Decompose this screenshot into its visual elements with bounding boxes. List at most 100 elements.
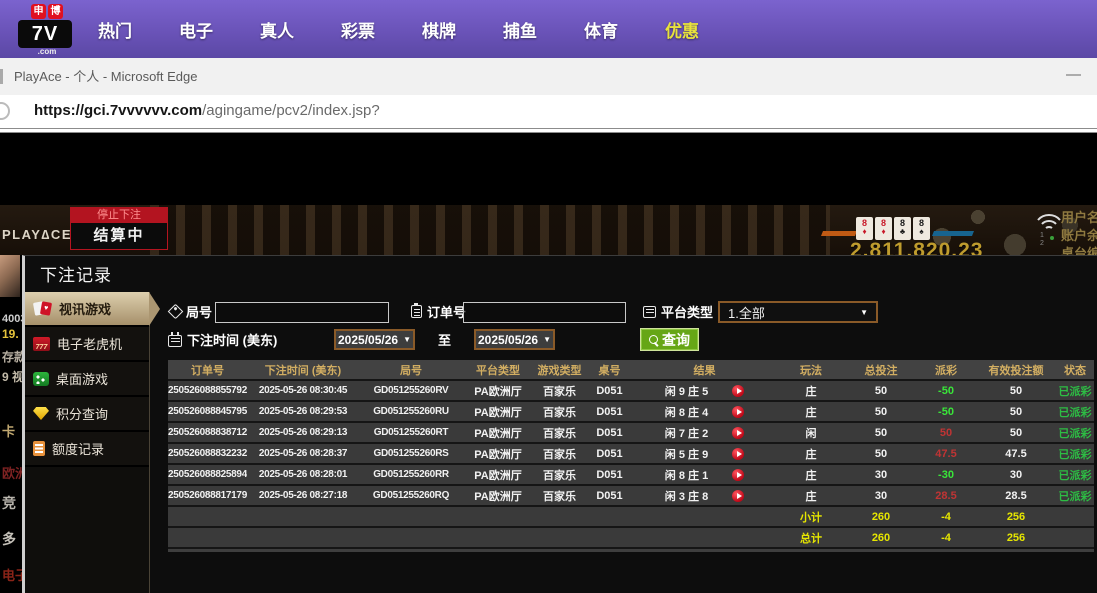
- status-cell: 已派彩: [1056, 402, 1094, 421]
- empty-cell: [247, 528, 359, 547]
- meter-blue: [932, 231, 974, 236]
- bet-records-panel: 下注记录 视讯游戏电子老虎机桌面游戏积分查询额度记录 局号 订单号: [22, 255, 1097, 593]
- sidebar-item-5[interactable]: 额度记录: [25, 432, 149, 467]
- replay-icon[interactable]: [732, 448, 744, 460]
- time-cell: 2025-05-26 08:27:18: [247, 486, 359, 505]
- grand-total-label: 总计: [776, 528, 846, 547]
- table-no-cell: D051: [586, 423, 633, 442]
- table-no-cell: D051: [586, 402, 633, 421]
- panel-body: 视讯游戏电子老虎机桌面游戏积分查询额度记录 局号 订单号: [25, 292, 1097, 593]
- sidebar-item-1[interactable]: 视讯游戏: [25, 292, 149, 327]
- gem-icon: [33, 407, 49, 420]
- logo-badges: 申 博: [18, 4, 76, 19]
- order-cell: 250526088817179: [168, 486, 247, 505]
- platform-cell: PA欧洲厅: [463, 402, 533, 421]
- nav-item-3[interactable]: 真人: [260, 17, 294, 42]
- game-type-cell: 百家乐: [533, 423, 586, 442]
- time-label-group: 下注时间 (美东): [168, 330, 277, 349]
- table-no-cell: D051: [586, 381, 633, 400]
- order-cell: 250526088832232: [168, 444, 247, 463]
- card-suit: ♦: [875, 228, 892, 236]
- clipboard-icon: [411, 305, 422, 318]
- empty-cell: [586, 507, 633, 526]
- replay-icon[interactable]: [732, 490, 744, 502]
- table-row: 2505260888387122025-05-26 08:29:13GD0512…: [168, 423, 1094, 444]
- table-row: 2505260888258942025-05-26 08:28:01GD0512…: [168, 465, 1094, 486]
- nav-item-7[interactable]: 体育: [584, 17, 618, 42]
- nav-item-5[interactable]: 棋牌: [422, 17, 456, 42]
- sidebar-item-3[interactable]: 桌面游戏: [25, 362, 149, 397]
- replay-icon[interactable]: [732, 469, 744, 481]
- slot-icon: [33, 337, 50, 351]
- platform-select[interactable]: 1.全部 ▼: [718, 301, 878, 323]
- total-bet-cell: 50: [846, 381, 916, 400]
- play-cell: 庄: [776, 486, 846, 505]
- col-header-5: 游戏类型: [533, 360, 586, 379]
- result-text: 闲 7 庄 2: [665, 425, 708, 441]
- valid-bet-cell: 47.5: [976, 444, 1056, 463]
- empty-cell: [586, 528, 633, 547]
- screen: 申 博 7V .com 热门 电子 真人 彩票 棋牌 捕鱼 体育 优惠 PlayAce - 个…: [0, 0, 1097, 593]
- nav-item-4[interactable]: 彩票: [341, 17, 375, 42]
- sidebar-item-label: 电子老虎机: [57, 334, 122, 353]
- site-logo[interactable]: 申 博 7V .com: [18, 4, 76, 56]
- round-cell: GD051255260RT: [359, 423, 463, 442]
- fragment-4: 9 视: [2, 368, 24, 385]
- url-input[interactable]: https://gci.7vvvvvv.com/agingame/pcv2/in…: [34, 95, 380, 127]
- card-suit: ♠: [913, 228, 930, 236]
- reload-icon[interactable]: [0, 102, 10, 120]
- bet-table: 订单号下注时间 (美东)局号平台类型游戏类型桌号结果玩法总投注派彩有效投注额状态…: [168, 360, 1094, 552]
- cards-icon: [33, 301, 52, 317]
- nav-item-1[interactable]: 热门: [98, 17, 132, 42]
- round-input[interactable]: [215, 302, 389, 323]
- to-label: 至: [438, 330, 451, 349]
- date-from-picker[interactable]: 2025/05/26 ▼: [334, 329, 415, 350]
- nav-item-6[interactable]: 捕鱼: [503, 17, 537, 42]
- window-title: PlayAce - 个人 - Microsoft Edge: [14, 58, 198, 95]
- result-cell: 闲 9 庄 5: [633, 381, 776, 400]
- logo-badge-2: 博: [48, 4, 63, 19]
- sidebar-item-4[interactable]: 积分查询: [25, 397, 149, 432]
- valid-bet-cell: 50: [976, 381, 1056, 400]
- empty-cell: [168, 528, 247, 547]
- account-labels: 用户名称账户余额桌台编号: [1061, 209, 1097, 255]
- result-text: 闲 5 庄 9: [665, 446, 708, 462]
- empty-cell: [533, 507, 586, 526]
- nav-item-2[interactable]: 电子: [179, 17, 213, 42]
- order-cell: 250526088838712: [168, 423, 247, 442]
- minimize-button[interactable]: —: [1066, 58, 1081, 92]
- payout-cell: -50: [916, 381, 976, 400]
- time-label: 下注时间 (美东): [187, 330, 277, 349]
- sidebar-item-label: 积分查询: [56, 404, 108, 423]
- page-content: PLAY∆CE 停止下注 结算中 8♦8♦8♣8♠ 2,811,820.23 1…: [0, 133, 1097, 593]
- replay-icon[interactable]: [732, 427, 744, 439]
- nav-item-8[interactable]: 优惠: [665, 17, 699, 42]
- online-dot: [1050, 236, 1054, 240]
- account-label-3: 桌台编号: [1061, 245, 1097, 255]
- round-cell: GD051255260RV: [359, 381, 463, 400]
- sidebar-item-2[interactable]: 电子老虎机: [25, 327, 149, 362]
- sidebar: 视讯游戏电子老虎机桌面游戏积分查询额度记录: [25, 292, 150, 593]
- card-suit: ♦: [856, 228, 873, 236]
- table-row: 2505260888171792025-05-26 08:27:18GD0512…: [168, 486, 1094, 507]
- chevron-down-icon: ▼: [403, 335, 411, 344]
- date-to-picker[interactable]: 2025/05/26 ▼: [474, 329, 555, 350]
- fragment-7: 竞: [2, 493, 16, 513]
- playing-card-2: 8♦: [875, 217, 892, 240]
- search-button[interactable]: 查询: [640, 328, 699, 351]
- grand-total-payout: -4: [916, 528, 976, 547]
- account-label-1: 用户名称: [1061, 209, 1097, 227]
- main-area: 局号 订单号 平台类型 1.全部 ▼: [150, 292, 1097, 593]
- dealt-cards: 8♦8♦8♣8♠: [856, 217, 930, 240]
- page-title: 下注记录: [25, 256, 1097, 292]
- stop-betting-label: 停止下注: [70, 207, 168, 223]
- payout-cell: 47.5: [916, 444, 976, 463]
- replay-icon[interactable]: [732, 385, 744, 397]
- play-cell: 庄: [776, 465, 846, 484]
- order-input[interactable]: [463, 302, 626, 323]
- fragment-5: 卡: [2, 421, 15, 440]
- empty-cell: [463, 528, 533, 547]
- replay-icon[interactable]: [732, 406, 744, 418]
- document-icon: [33, 441, 45, 456]
- time-cell: 2025-05-26 08:30:45: [247, 381, 359, 400]
